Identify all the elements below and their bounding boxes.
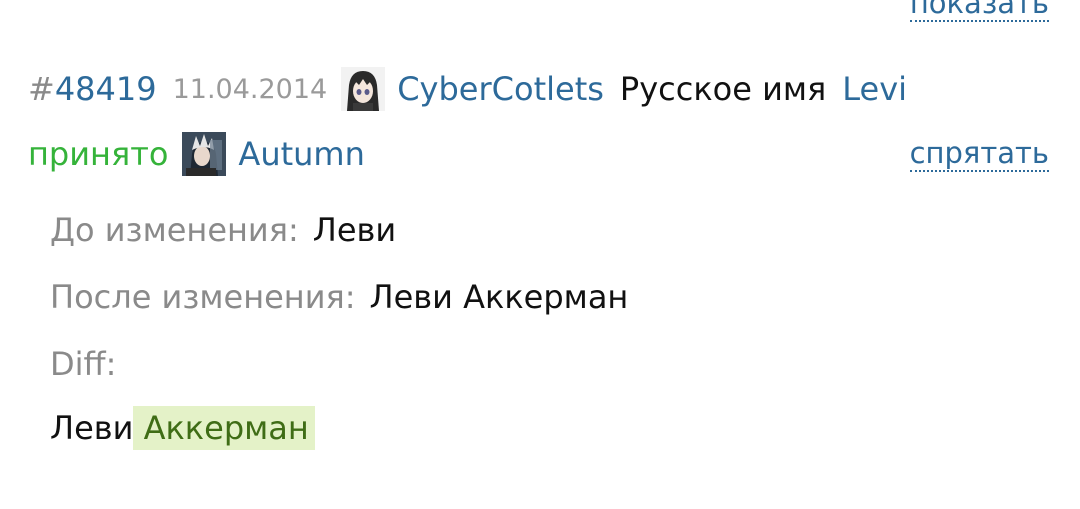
field-name: Русское имя bbox=[619, 70, 827, 108]
diff-added-text: Аккерман bbox=[133, 406, 315, 450]
entry-id-link[interactable]: #48419 bbox=[28, 70, 157, 108]
diff-kept-text: Леви bbox=[50, 409, 134, 447]
change-details: До изменения: Леви После изменения: Леви… bbox=[50, 205, 1049, 450]
before-value: Леви bbox=[312, 211, 397, 249]
hide-link[interactable]: спрятать bbox=[909, 136, 1049, 172]
after-value: Леви Аккерман bbox=[369, 278, 629, 316]
moderator-link[interactable]: Autumn bbox=[238, 135, 364, 173]
entry-number: 48419 bbox=[54, 70, 157, 108]
status-badge: принято bbox=[28, 135, 169, 173]
after-row: После изменения: Леви Аккерман bbox=[50, 272, 1049, 322]
author-avatar[interactable] bbox=[341, 67, 386, 111]
diff-label-row: Diff: bbox=[50, 339, 1049, 389]
author-avatar-image bbox=[341, 67, 386, 111]
author-link[interactable]: CyberCotlets bbox=[397, 70, 604, 108]
diff-result: Леви Аккерман bbox=[50, 406, 1049, 450]
entry-status-row: принято Autumn спрятать bbox=[28, 129, 1049, 179]
before-row: До изменения: Леви bbox=[50, 205, 1049, 255]
diff-added-word: Аккерман bbox=[143, 409, 309, 447]
after-label: После изменения: bbox=[50, 278, 356, 316]
diff-label: Diff: bbox=[50, 345, 117, 383]
entry-header: #48419 11.04.2014 CyberCotlets Русское и… bbox=[28, 64, 1049, 114]
moderator-avatar-image bbox=[182, 132, 227, 176]
entry-hash: # bbox=[28, 70, 55, 108]
field-value-link[interactable]: Levi bbox=[842, 70, 907, 108]
entry-date: 11.04.2014 bbox=[172, 73, 328, 105]
moderator-avatar[interactable] bbox=[182, 132, 227, 176]
before-label: До изменения: bbox=[50, 211, 299, 249]
show-link[interactable]: показать bbox=[909, 0, 1049, 22]
